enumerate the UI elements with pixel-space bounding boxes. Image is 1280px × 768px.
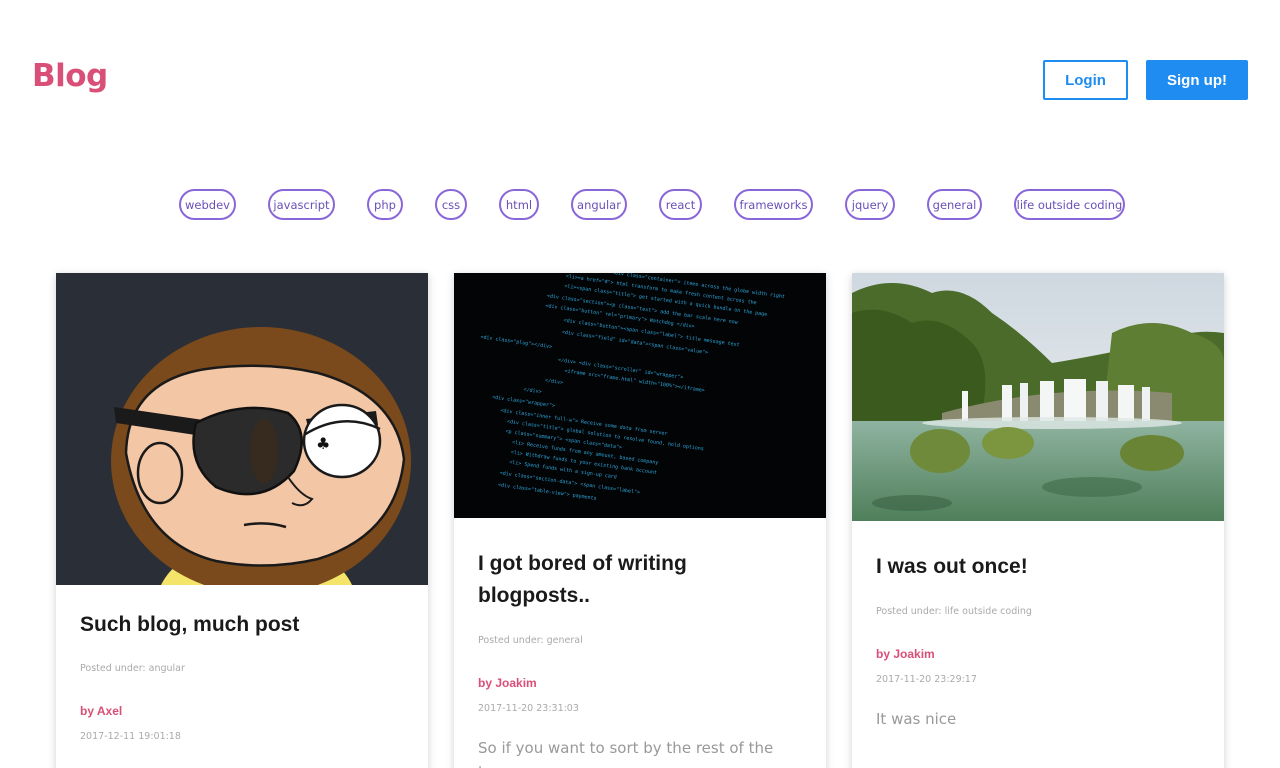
- post-excerpt: So if you want to sort by the rest of th…: [478, 739, 774, 768]
- post-category: Posted under: angular: [80, 663, 185, 674]
- post-title[interactable]: I got bored of writing blogposts..: [478, 548, 738, 612]
- tag-javascript[interactable]: javascript: [268, 189, 335, 220]
- tag-css[interactable]: css: [435, 189, 467, 220]
- post-card[interactable]: I was out once! Posted under: life outsi…: [852, 273, 1224, 768]
- tag-webdev[interactable]: webdev: [179, 189, 236, 220]
- tag-filter-bar: webdev javascript php css html angular r…: [0, 189, 1280, 221]
- tag-html[interactable]: html: [499, 189, 539, 220]
- post-card[interactable]: ♣ Such blog, much post Posted under: ang…: [56, 273, 428, 768]
- post-image-character: ♣: [56, 273, 428, 585]
- post-category: Posted under: general: [478, 635, 583, 646]
- login-button[interactable]: Login: [1043, 60, 1128, 100]
- post-date: 2017-12-11 19:01:18: [80, 731, 181, 742]
- post-date: 2017-11-20 23:29:17: [876, 674, 977, 685]
- site-header: Blog Login Sign up!: [0, 0, 1280, 150]
- post-title[interactable]: Such blog, much post: [80, 609, 299, 641]
- tag-life-outside-coding[interactable]: life outside coding: [1014, 189, 1125, 220]
- tag-general[interactable]: general: [927, 189, 982, 220]
- site-logo[interactable]: Blog: [32, 58, 108, 94]
- tag-jquery[interactable]: jquery: [845, 189, 895, 220]
- post-image-code: <div class="row"><div class="container">…: [454, 273, 826, 518]
- signup-button[interactable]: Sign up!: [1146, 60, 1248, 100]
- post-date: 2017-11-20 23:31:03: [478, 703, 579, 714]
- post-author: by Joakim: [876, 647, 935, 661]
- tag-react[interactable]: react: [659, 189, 702, 220]
- post-card[interactable]: <div class="row"><div class="container">…: [454, 273, 826, 768]
- tag-frameworks[interactable]: frameworks: [734, 189, 813, 220]
- svg-text:♣: ♣: [316, 434, 330, 453]
- post-excerpt: It was nice: [876, 710, 957, 728]
- post-author: by Axel: [80, 704, 123, 718]
- tag-php[interactable]: php: [367, 189, 403, 220]
- tag-angular[interactable]: angular: [571, 189, 627, 220]
- post-image-waterfall: [852, 273, 1224, 521]
- post-author: by Joakim: [478, 676, 537, 690]
- post-title[interactable]: I was out once!: [876, 551, 1028, 583]
- post-category: Posted under: life outside coding: [876, 606, 1032, 617]
